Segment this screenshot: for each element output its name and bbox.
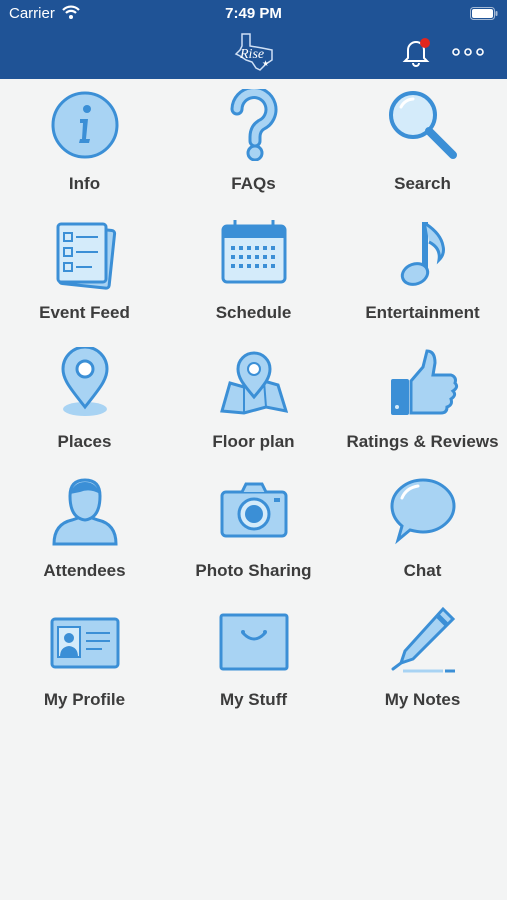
info-icon <box>51 91 118 159</box>
question-icon <box>230 89 277 161</box>
pen-icon <box>391 606 455 673</box>
menu-item-label: My Stuff <box>219 690 288 709</box>
menu-item-search[interactable]: Search <box>338 79 507 208</box>
menu-item-info[interactable]: Info <box>0 79 169 208</box>
music-note-icon <box>400 222 445 286</box>
menu-item-label: Places <box>57 432 112 451</box>
texas-rise-logo: Rise ★ <box>234 33 273 71</box>
battery-icon <box>470 7 498 20</box>
menu-item-my-stuff[interactable]: My Stuff <box>169 595 338 724</box>
map-pin-icon <box>60 347 109 416</box>
clock: 7:49 PM <box>225 5 282 22</box>
thumbs-up-icon <box>390 349 458 415</box>
menu-item-label: FAQs <box>231 174 276 193</box>
svg-text:★: ★ <box>262 59 269 68</box>
camera-icon <box>220 482 287 538</box>
menu-item-places[interactable]: Places <box>0 337 169 466</box>
menu-item-entertainment[interactable]: Entertainment <box>338 208 507 337</box>
id-card-icon <box>50 617 119 669</box>
svg-text:Rise: Rise <box>239 47 264 62</box>
status-bar: Carrier 7:49 PM <box>0 0 507 28</box>
magnifier-icon <box>388 91 457 159</box>
notification-bell-icon[interactable] <box>400 36 432 68</box>
menu-item-my-profile[interactable]: My Profile <box>0 595 169 724</box>
menu-item-label: My Profile <box>43 690 126 709</box>
menu-item-floor-plan[interactable]: Floor plan <box>169 337 338 466</box>
speech-bubble-icon <box>389 478 456 545</box>
menu-item-label: Event Feed <box>39 303 130 322</box>
menu-item-photo-sharing[interactable]: Photo Sharing <box>169 466 338 595</box>
menu-item-ratings-reviews[interactable]: Ratings & Reviews <box>338 337 507 466</box>
menu-item-label: Search <box>394 174 451 193</box>
floor-plan-icon <box>219 351 288 415</box>
more-options-icon[interactable] <box>451 46 485 58</box>
menu-item-my-notes[interactable]: My Notes <box>338 595 507 724</box>
bag-icon <box>219 613 288 671</box>
notification-badge <box>420 38 430 48</box>
menu-item-label: Attendees <box>43 561 126 580</box>
menu-item-attendees[interactable]: Attendees <box>0 466 169 595</box>
app-header: Carrier 7:49 PM Rise ★ <box>0 0 507 79</box>
menu-item-label: Schedule <box>215 303 292 322</box>
menu-item-schedule[interactable]: Schedule <box>169 208 338 337</box>
event-feed-icon <box>56 222 116 290</box>
menu-item-label: Chat <box>403 561 442 580</box>
menu-item-label: Info <box>68 174 101 193</box>
calendar-icon <box>221 220 286 284</box>
person-icon <box>51 478 118 546</box>
menu-item-event-feed[interactable]: Event Feed <box>0 208 169 337</box>
menu-item-label: My Notes <box>384 690 461 709</box>
menu-item-chat[interactable]: Chat <box>338 466 507 595</box>
menu-item-label: Entertainment <box>365 303 480 322</box>
menu-item-label: Floor plan <box>212 432 295 451</box>
menu-item-label: Ratings & Reviews <box>346 432 499 451</box>
menu-item-faqs[interactable]: FAQs <box>169 79 338 208</box>
menu-item-label: Photo Sharing <box>195 561 312 580</box>
